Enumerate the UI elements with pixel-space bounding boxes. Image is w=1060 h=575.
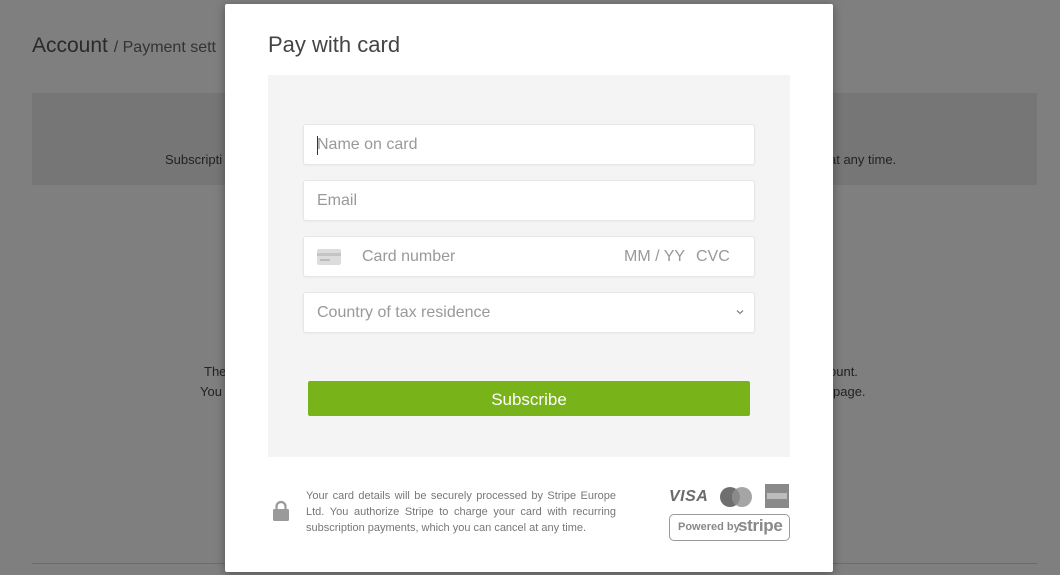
mastercard-logo bbox=[720, 487, 752, 507]
cvc-input[interactable]: CVC bbox=[696, 248, 730, 266]
visa-logo: VISA bbox=[669, 488, 709, 505]
security-disclaimer: Your card details will be securely proce… bbox=[306, 490, 616, 534]
country-select[interactable]: Country of tax residence bbox=[303, 292, 755, 333]
country-select-placeholder: Country of tax residence bbox=[317, 304, 491, 321]
subscribe-button[interactable]: Subscribe bbox=[308, 381, 750, 416]
powered-by-stripe-badge[interactable]: Powered by stripe bbox=[669, 514, 790, 541]
name-on-card-field[interactable] bbox=[303, 124, 755, 165]
chevron-down-icon bbox=[736, 310, 744, 315]
card-details-field[interactable]: Card number MM / YY CVC bbox=[303, 236, 755, 277]
pay-with-card-dialog: Pay with card Card number MM / YY CVC Co… bbox=[225, 4, 833, 572]
lock-icon bbox=[273, 500, 289, 521]
credit-card-icon bbox=[317, 249, 341, 265]
text-caret bbox=[317, 136, 318, 155]
payment-form: Card number MM / YY CVC Country of tax r… bbox=[268, 75, 790, 457]
powered-by-label: Powered by bbox=[678, 521, 740, 533]
name-on-card-input[interactable] bbox=[304, 125, 754, 164]
amex-logo bbox=[765, 484, 789, 508]
card-brand-logos: VISA bbox=[669, 484, 791, 510]
email-field[interactable] bbox=[303, 180, 755, 221]
dialog-title: Pay with card bbox=[268, 32, 401, 57]
card-number-input[interactable]: Card number bbox=[362, 248, 455, 266]
email-input[interactable] bbox=[304, 181, 754, 220]
stripe-logo: stripe bbox=[738, 516, 783, 535]
expiry-input[interactable]: MM / YY bbox=[624, 248, 685, 266]
